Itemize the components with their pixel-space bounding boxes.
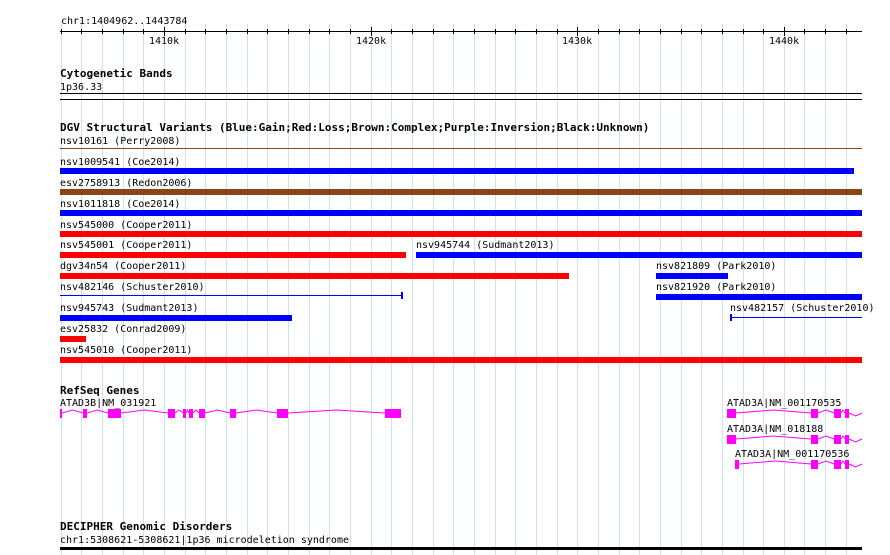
refseq-intron-line[interactable] [738, 460, 863, 468]
refseq-exon[interactable] [727, 409, 736, 418]
refseq-exon[interactable] [230, 409, 236, 418]
refseq-exon[interactable] [189, 409, 193, 418]
refseq-intron-line[interactable] [735, 435, 863, 443]
refseq-exon[interactable] [199, 409, 205, 418]
refseq-exon[interactable] [811, 435, 818, 444]
refseq-intron-line[interactable] [735, 409, 863, 417]
refseq-exon[interactable] [811, 409, 818, 418]
refseq-gene-label[interactable]: ATAD3A|NM_018188 [727, 424, 823, 435]
refseq-exon[interactable] [834, 435, 841, 444]
refseq-exon[interactable] [183, 409, 186, 418]
refseq-exon[interactable] [108, 409, 121, 418]
refseq-gene-label[interactable]: ATAD3A|NM_001170536 [735, 449, 849, 460]
decipher-feature-label[interactable]: chr1:5308621-5308621|1p36 microdeletion … [60, 535, 349, 546]
refseq-gene-models [60, 408, 863, 469]
refseq-gene-label[interactable]: ATAD3A|NM_001170535 [727, 398, 841, 409]
refseq-exon[interactable] [834, 409, 841, 418]
refseq-exon[interactable] [811, 460, 818, 469]
refseq-exon[interactable] [277, 409, 288, 418]
genome-browser-view: chr1:1404962..1443784 1410k 1420k 1430k 144… [0, 0, 890, 555]
decipher-feature[interactable] [60, 547, 862, 550]
refseq-exon[interactable] [845, 435, 849, 444]
refseq-gene-label[interactable]: ATAD3B|NM_031921 [60, 398, 156, 409]
refseq-exon[interactable] [834, 460, 841, 469]
refseq-exon[interactable] [727, 435, 736, 444]
refseq-exon[interactable] [168, 409, 175, 418]
refseq-exon[interactable] [845, 409, 849, 418]
refseq-exon[interactable] [735, 460, 739, 469]
refseq-exon[interactable] [385, 409, 401, 418]
decipher-track-title[interactable]: DECIPHER Genomic Disorders [60, 521, 232, 533]
refseq-exon[interactable] [60, 409, 62, 418]
refseq-exon[interactable] [83, 409, 87, 418]
refseq-exon[interactable] [845, 460, 849, 469]
